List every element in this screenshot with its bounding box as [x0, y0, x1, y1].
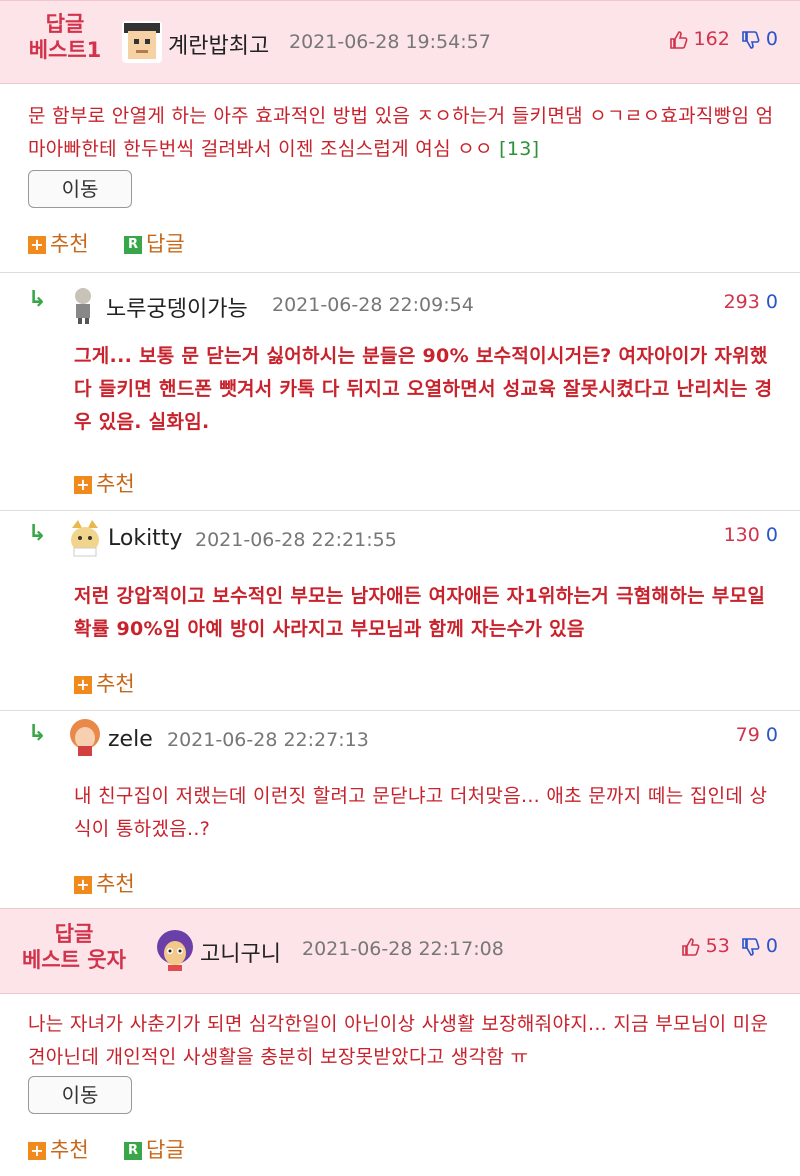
upvote-count: 53: [705, 935, 730, 957]
vote-counts: 130 0: [724, 524, 778, 546]
upvote-count: 162: [693, 28, 730, 50]
nickname[interactable]: 고니구니: [200, 936, 281, 968]
reply-button[interactable]: R 답글: [124, 1134, 185, 1164]
vote-counts: 162 0: [668, 28, 778, 50]
upvote-count[interactable]: 130: [724, 524, 760, 546]
best-comment-header: 답글 베스트 웃자 고니구니 2021-06-28 22:17:08 53 0: [0, 908, 800, 994]
nickname[interactable]: 계란밥최고: [168, 28, 269, 60]
reply-icon: R: [124, 1142, 142, 1160]
reply-count-link[interactable]: [13]: [499, 138, 539, 160]
reply-arrow-icon: ↳: [28, 721, 47, 746]
divider: [0, 272, 800, 273]
downvote-button[interactable]: 0: [740, 28, 778, 50]
plus-icon: +: [28, 236, 46, 254]
best-label-line1: 답글: [45, 12, 85, 36]
move-button[interactable]: 이동: [28, 170, 132, 208]
upvote-button[interactable]: 162: [668, 28, 736, 50]
plus-icon: +: [74, 876, 92, 894]
comment-body: 문 함부로 안열게 하는 아주 효과적인 방법 있음 ㅈㅇ하는거 들키면댐 ㅇㄱ…: [28, 100, 776, 166]
recommend-button[interactable]: + 추천: [74, 668, 135, 698]
upvote-count[interactable]: 293: [724, 291, 760, 313]
comment-text: 문 함부로 안열게 하는 아주 효과적인 방법 있음 ㅈㅇ하는거 들키면댐 ㅇㄱ…: [28, 105, 774, 160]
divider: [0, 710, 800, 711]
downvote-button[interactable]: 0: [740, 935, 778, 957]
nickname[interactable]: zele: [108, 727, 153, 752]
avatar[interactable]: [66, 518, 104, 558]
comment-body: 그게... 보통 문 닫는거 싫어하시는 분들은 90% 보수적이시거든? 여자…: [74, 345, 773, 433]
comment-date: 2021-06-28 22:21:55: [195, 529, 397, 551]
thumbs-down-icon: [742, 30, 760, 49]
comment-date: 2021-06-28 22:27:13: [167, 729, 369, 751]
recommend-button[interactable]: + 추천: [74, 468, 135, 498]
best-label-line2: 베스트 웃자: [22, 948, 126, 972]
recommend-label: 추천: [50, 232, 89, 256]
divider: [0, 510, 800, 511]
recommend-button[interactable]: + 추천: [74, 868, 135, 898]
downvote-count: 0: [765, 935, 778, 957]
comment-body: 저런 강압적이고 보수적인 부모는 남자애든 여자애든 자1위하는거 극혐해하는…: [74, 585, 766, 640]
thumbs-up-icon: [669, 30, 687, 49]
thumbs-up-icon: [681, 937, 700, 956]
comment-date: 2021-06-28 22:09:54: [272, 294, 474, 316]
plus-icon: +: [28, 1142, 46, 1160]
vote-counts: 293 0: [724, 291, 778, 313]
avatar[interactable]: [66, 284, 100, 324]
reply-icon: R: [124, 236, 142, 254]
best-comment-header: 답글 베스트1 계란밥최고 2021-06-28 19:54:57 162 0: [0, 0, 800, 84]
recommend-label: 추천: [96, 872, 135, 896]
nickname[interactable]: Lokitty: [108, 526, 182, 551]
vote-counts: 53 0: [680, 935, 778, 957]
comment-body: 내 친구집이 저랬는데 이런짓 할려고 문닫냐고 더처맞음... 애초 문까지 …: [74, 785, 768, 840]
best-label: 답글 베스트 웃자: [6, 921, 142, 973]
comment-date: 2021-06-28 19:54:57: [289, 31, 491, 53]
plus-icon: +: [74, 676, 92, 694]
reply-arrow-icon: ↳: [28, 521, 47, 546]
recommend-label: 추천: [96, 672, 135, 696]
reply-label: 답글: [146, 1138, 185, 1162]
avatar[interactable]: [154, 927, 196, 973]
upvote-count[interactable]: 79: [736, 724, 760, 746]
reply-arrow-icon: ↳: [28, 287, 47, 312]
recommend-label: 추천: [50, 1138, 89, 1162]
recommend-button[interactable]: + 추천: [28, 1134, 89, 1164]
upvote-button[interactable]: 53: [680, 935, 736, 957]
avatar[interactable]: [66, 716, 104, 758]
comment-date: 2021-06-28 22:17:08: [302, 938, 504, 960]
downvote-count[interactable]: 0: [766, 291, 778, 313]
move-button[interactable]: 이동: [28, 1076, 132, 1114]
best-label-line2: 베스트1: [28, 38, 102, 62]
best-label: 답글 베스트1: [10, 11, 120, 63]
comment-body: 나는 자녀가 사춘기가 되면 심각한일이 아닌이상 사생활 보장해줘야지... …: [28, 1013, 769, 1068]
reply-label: 답글: [146, 232, 185, 256]
downvote-count[interactable]: 0: [766, 524, 778, 546]
plus-icon: +: [74, 476, 92, 494]
downvote-count[interactable]: 0: [766, 724, 778, 746]
recommend-button[interactable]: + 추천: [28, 228, 89, 258]
thumbs-down-icon: [742, 937, 760, 956]
vote-counts: 79 0: [736, 724, 778, 746]
downvote-count: 0: [765, 28, 778, 50]
nickname[interactable]: 노루궁뎅이가능: [106, 291, 248, 323]
best-label-line1: 답글: [54, 922, 94, 946]
avatar[interactable]: [122, 21, 162, 63]
reply-button[interactable]: R 답글: [124, 228, 185, 258]
recommend-label: 추천: [96, 472, 135, 496]
